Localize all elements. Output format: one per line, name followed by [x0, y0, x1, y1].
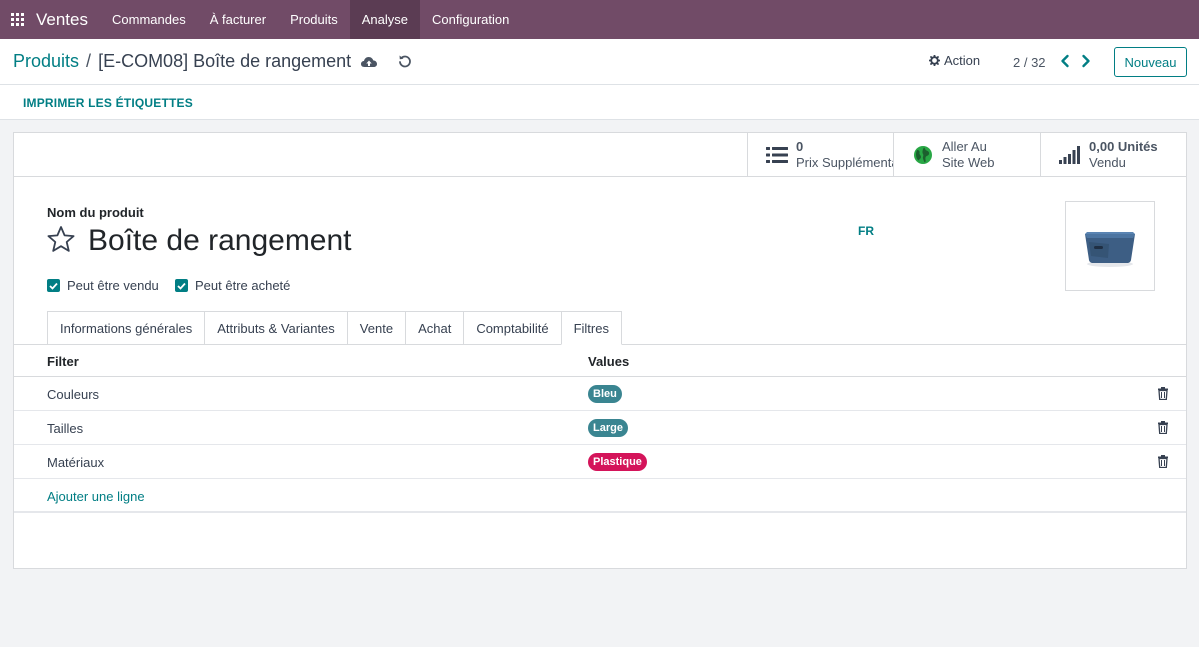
tab-vente[interactable]: Vente [346, 311, 406, 345]
table-header: Filter Values [14, 345, 1186, 377]
tab-filtres[interactable]: Filtres [560, 311, 622, 345]
list-icon [764, 142, 790, 168]
nav-item-configuration[interactable]: Configuration [420, 0, 521, 39]
can-be-purchased-checkbox[interactable]: Peut être acheté [175, 278, 290, 293]
nav-item-commandes[interactable]: Commandes [100, 0, 198, 39]
can-be-purchased-label: Peut être acheté [195, 278, 291, 293]
chevron-left-icon[interactable] [1058, 53, 1072, 69]
trash-icon[interactable] [1157, 387, 1169, 400]
checkbox-checked-icon [47, 279, 60, 292]
control-panel: Produits / [E-COM08] Boîte de rangement … [0, 39, 1199, 85]
form-sheet: 0 Prix Supplémenta Aller Au Site Web 0,0… [13, 132, 1187, 569]
app-name[interactable]: Ventes [36, 10, 88, 30]
action-menu-button[interactable]: Action [929, 53, 980, 68]
table-row[interactable]: Matériaux Plastique [14, 445, 1186, 479]
language-badge[interactable]: FR [858, 224, 874, 238]
nav-item-analyse[interactable]: Analyse [349, 0, 421, 39]
website-line2: Site Web [942, 155, 995, 170]
column-header-values[interactable]: Values [588, 354, 629, 369]
trash-icon[interactable] [1157, 455, 1169, 468]
tab-achat[interactable]: Achat [405, 311, 464, 345]
extra-prices-smart-button[interactable]: 0 Prix Supplémenta [747, 133, 893, 177]
can-be-sold-checkbox[interactable]: Peut être vendu [47, 278, 159, 293]
value-tag[interactable]: Large [588, 419, 628, 437]
star-icon[interactable] [46, 225, 76, 253]
checkbox-checked-icon [175, 279, 188, 292]
product-name-label: Nom du produit [47, 205, 144, 220]
pager-value[interactable]: 2 / 32 [1013, 55, 1046, 70]
smart-button-box: 0 Prix Supplémenta Aller Au Site Web 0,0… [14, 133, 1186, 177]
action-label: Action [944, 53, 981, 68]
print-labels-button[interactable]: IMPRIMER LES ÉTIQUETTES [23, 96, 193, 110]
gear-icon [929, 55, 940, 66]
filter-cell[interactable]: Matériaux [47, 455, 104, 470]
breadcrumb: Produits / [E-COM08] Boîte de rangement [13, 51, 351, 72]
website-line1: Aller Au [942, 139, 987, 154]
product-name-input[interactable]: Boîte de rangement [88, 224, 352, 258]
tab-attributs-variantes[interactable]: Attributs & Variantes [204, 311, 347, 345]
tab-comptabilite[interactable]: Comptabilité [463, 311, 561, 345]
table-row[interactable]: Tailles Large [14, 411, 1186, 445]
sold-units-smart-button[interactable]: 0,00 Unités Vendu [1040, 133, 1186, 177]
extra-prices-count: 0 [796, 139, 804, 154]
column-header-filter[interactable]: Filter [47, 354, 79, 369]
extra-prices-label: Prix Supplémenta [796, 155, 893, 170]
product-image[interactable] [1065, 201, 1155, 291]
add-line-row: Ajouter une ligne [14, 479, 1186, 513]
breadcrumb-separator: / [86, 51, 92, 71]
sold-units-value: 0,00 Unités [1089, 139, 1158, 154]
storage-box-image [1085, 232, 1135, 267]
nav-item-produits[interactable]: Produits [278, 0, 350, 39]
top-navbar: Ventes Commandes À facturer Produits Ana… [0, 0, 1199, 39]
apps-grid-icon [10, 13, 24, 26]
form-action-bar: IMPRIMER LES ÉTIQUETTES [0, 85, 1199, 120]
form-tabs: Informations générales Attributs & Varia… [47, 311, 622, 345]
tab-informations-generales[interactable]: Informations générales [47, 311, 205, 345]
filters-table: Filter Values Couleurs Bleu Tailles Larg… [14, 345, 1186, 513]
chevron-right-icon[interactable] [1079, 53, 1093, 69]
can-be-sold-label: Peut être vendu [67, 278, 159, 293]
table-row[interactable]: Couleurs Bleu [14, 377, 1186, 411]
breadcrumb-current: [E-COM08] Boîte de rangement [98, 51, 352, 71]
signal-bars-icon [1057, 142, 1083, 168]
breadcrumb-parent-link[interactable]: Produits [13, 51, 79, 72]
cloud-upload-icon[interactable] [360, 54, 378, 70]
value-tag[interactable]: Plastique [588, 453, 647, 471]
trash-icon[interactable] [1157, 421, 1169, 434]
value-tag[interactable]: Bleu [588, 385, 622, 403]
undo-icon[interactable] [397, 53, 413, 69]
apps-menu-button[interactable] [2, 0, 32, 39]
add-line-link[interactable]: Ajouter une ligne [47, 489, 145, 504]
globe-icon [910, 142, 936, 168]
new-button[interactable]: Nouveau [1114, 47, 1187, 77]
filter-cell[interactable]: Tailles [47, 421, 83, 436]
go-to-website-smart-button[interactable]: Aller Au Site Web [893, 133, 1040, 177]
filter-cell[interactable]: Couleurs [47, 387, 99, 402]
sold-units-label: Vendu [1089, 155, 1126, 170]
nav-item-a-facturer[interactable]: À facturer [198, 0, 278, 39]
